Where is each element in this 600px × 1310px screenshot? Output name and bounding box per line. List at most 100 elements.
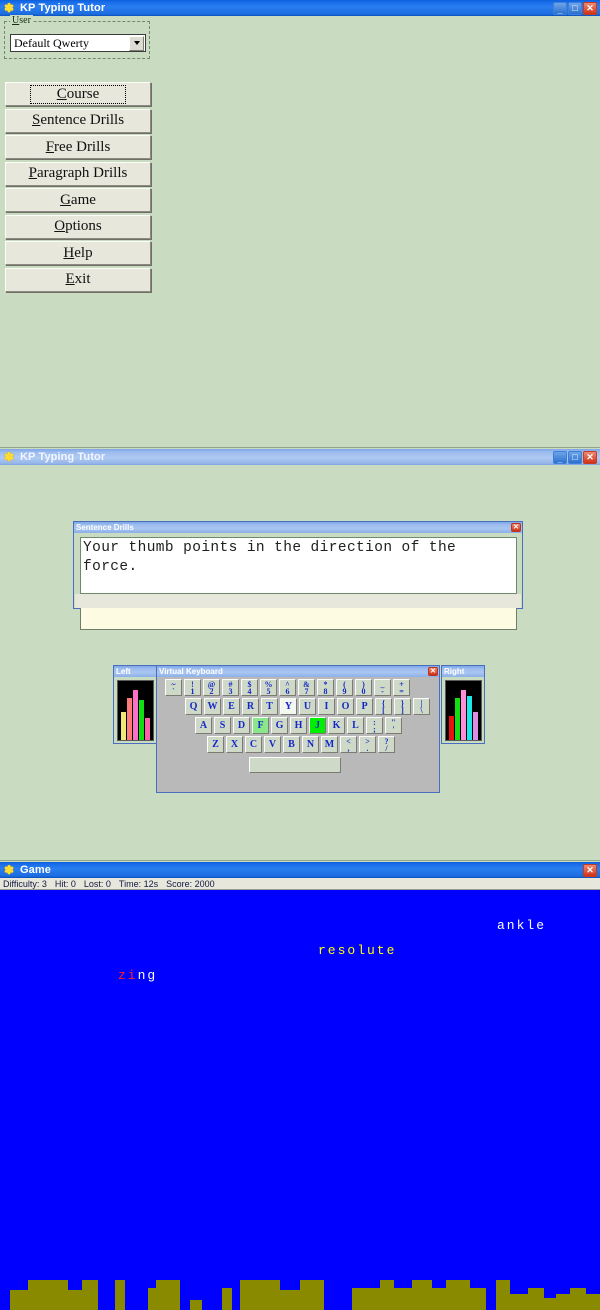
key-x[interactable]: ~ ` <box>165 679 182 696</box>
key-l[interactable]: L <box>347 717 364 734</box>
menu-button-paragraph-drills[interactable]: Paragraph Drills <box>5 161 151 186</box>
finger-bar-1 <box>455 698 460 740</box>
key-d[interactable]: D <box>233 717 250 734</box>
falling-word-ankle: ankle <box>497 918 546 933</box>
key-x[interactable]: _ - <box>374 679 391 696</box>
key-c[interactable]: C <box>245 736 262 753</box>
key-label: I <box>324 700 329 712</box>
main-window-titlebar[interactable]: KP Typing Tutor _ □ ✕ <box>0 0 600 16</box>
key-label: D <box>237 719 246 731</box>
key-x[interactable]: :; <box>366 717 383 734</box>
drill-window: KP Typing Tutor _ □ ✕ Sentence Drills ✕ … <box>0 449 600 861</box>
key-p[interactable]: P <box>356 698 373 715</box>
key-4[interactable]: $4 <box>241 679 258 696</box>
key-r[interactable]: R <box>242 698 259 715</box>
building-10 <box>280 1290 300 1310</box>
key-o[interactable]: O <box>337 698 354 715</box>
key-5[interactable]: % 5 <box>260 679 277 696</box>
main-window-body: User Default Qwerty Course Sentence Drill… <box>0 15 600 448</box>
menu-button-sentence-drills[interactable]: Sentence Drills <box>5 108 151 133</box>
key-label: Z <box>212 738 219 750</box>
key-8[interactable]: * 8 <box>317 679 334 696</box>
key-6[interactable]: ^ 6 <box>279 679 296 696</box>
key-b[interactable]: B <box>283 736 300 753</box>
key-s[interactable]: S <box>214 717 231 734</box>
key-z[interactable]: Z <box>207 736 224 753</box>
key-k[interactable]: K <box>328 717 345 734</box>
menu-button-exit[interactable]: Exit <box>5 267 151 292</box>
key-x[interactable]: <, <box>340 736 357 753</box>
key-m[interactable]: M <box>321 736 338 753</box>
building-13 <box>380 1280 394 1310</box>
close-icon[interactable]: ✕ <box>511 523 521 532</box>
sentence-drills-titlebar[interactable]: Sentence Drills ✕ <box>74 522 522 533</box>
keyboard-row-4 <box>249 757 341 773</box>
key-u[interactable]: U <box>299 698 316 715</box>
maximize-button[interactable]: □ <box>568 1 582 15</box>
building-11 <box>300 1280 324 1310</box>
menu-button-label: Course <box>29 84 127 104</box>
key-0[interactable]: ) 0 <box>355 679 372 696</box>
key-1[interactable]: ! 1 <box>184 679 201 696</box>
key-e[interactable]: E <box>223 698 240 715</box>
chevron-down-icon[interactable] <box>129 35 144 51</box>
key-label: 8 <box>323 686 328 696</box>
key-x[interactable]: | \ <box>413 698 430 715</box>
key-x[interactable]: + = <box>393 679 410 696</box>
close-button[interactable]: ✕ <box>583 1 597 15</box>
key-f[interactable]: F <box>252 717 269 734</box>
menu-button-help[interactable]: Help <box>5 241 151 265</box>
building-23 <box>570 1288 586 1310</box>
key-x[interactable]: {[ <box>375 698 392 715</box>
game-window-titlebar[interactable]: Game ✕ <box>0 862 600 878</box>
key-x[interactable]: X <box>226 736 243 753</box>
key-label: 1 <box>190 686 195 696</box>
close-button[interactable]: ✕ <box>583 863 597 877</box>
close-button[interactable]: ✕ <box>583 450 597 464</box>
key-2[interactable]: @2 <box>203 679 220 696</box>
virtual-keyboard-panel: Virtual Keyboard ✕ ~ `! 1 @2 #3 $4% 5 ^ 6 & 7 * 8(9)… <box>156 665 440 793</box>
key-space[interactable] <box>249 757 341 773</box>
key-v[interactable]: V <box>264 736 281 753</box>
finger-bar-1 <box>127 698 132 740</box>
key-label: M <box>324 738 335 750</box>
key-7[interactable]: & 7 <box>298 679 315 696</box>
menu-button-options[interactable]: Options <box>5 214 151 239</box>
key-x[interactable]: ? / <box>378 736 395 753</box>
maximize-button[interactable]: □ <box>568 450 582 464</box>
key-label: 6 <box>285 686 290 696</box>
key-j[interactable]: J <box>309 717 326 734</box>
menu-button-course[interactable]: Course <box>5 82 151 106</box>
key-g[interactable]: G <box>271 717 288 734</box>
close-icon[interactable]: ✕ <box>428 667 438 676</box>
key-h[interactable]: H <box>290 717 307 734</box>
key-i[interactable]: I <box>318 698 335 715</box>
building-7 <box>190 1300 202 1310</box>
game-play-field[interactable]: ankle resolute zing <box>0 890 600 1310</box>
key-t[interactable]: T <box>261 698 278 715</box>
minimize-button[interactable]: _ <box>553 450 567 464</box>
key-x[interactable]: }] <box>394 698 411 715</box>
drill-window-titlebar[interactable]: KP Typing Tutor _ □ ✕ <box>0 449 600 465</box>
key-w[interactable]: W <box>204 698 221 715</box>
minimize-button[interactable]: _ <box>553 1 567 15</box>
key-x[interactable]: " ' <box>385 717 402 734</box>
key-label: B <box>288 738 295 750</box>
key-label: S <box>219 719 226 731</box>
user-select[interactable]: Default Qwerty <box>10 34 146 52</box>
finger-bar-2 <box>133 690 138 740</box>
building-16 <box>432 1288 446 1310</box>
menu-button-free-drills[interactable]: Free Drills <box>5 135 151 159</box>
key-q[interactable]: Q <box>185 698 202 715</box>
key-a[interactable]: A <box>195 717 212 734</box>
key-3[interactable]: #3 <box>222 679 239 696</box>
key-label: 5 <box>266 686 271 696</box>
key-x[interactable]: >. <box>359 736 376 753</box>
key-9[interactable]: (9 <box>336 679 353 696</box>
building-4 <box>115 1280 125 1310</box>
virtual-keyboard-titlebar[interactable]: Virtual Keyboard ✕ <box>157 666 439 677</box>
menu-button-game[interactable]: Game <box>5 188 151 212</box>
key-n[interactable]: N <box>302 736 319 753</box>
game-difficulty: Difficulty: 3 <box>3 878 47 889</box>
key-y[interactable]: Y <box>280 698 297 715</box>
